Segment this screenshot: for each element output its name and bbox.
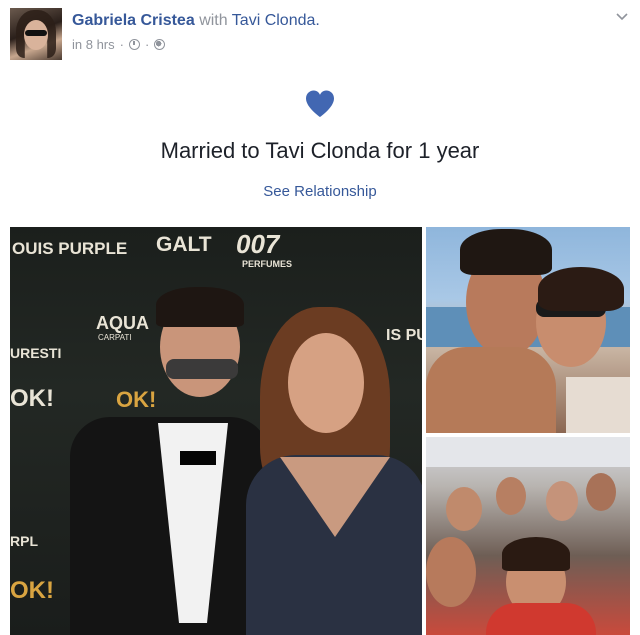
chevron-down-icon[interactable] [616, 10, 628, 22]
woman-head [288, 333, 364, 433]
man-hair [156, 287, 244, 327]
photo-crowd-selfie[interactable] [426, 437, 630, 635]
tagged-user-link[interactable]: Tavi Clonda. [232, 12, 320, 29]
man-bowtie [180, 451, 216, 465]
post-header: Gabriela Cristea with Tavi Clonda. in 8 … [0, 0, 640, 64]
globe-icon[interactable] [154, 39, 166, 50]
crowd-face [496, 477, 526, 515]
post-meta: in 8 hrs · · [72, 37, 166, 52]
crowd-face [546, 481, 578, 521]
photo-main[interactable]: OUIS PURPLE GALT 007 PERFUMES AQUA CARPA… [10, 227, 422, 635]
woman-hair [502, 537, 570, 571]
woman-scarf [566, 377, 630, 433]
meta-separator-2: · [144, 37, 150, 52]
backdrop-text: OK! [10, 385, 54, 412]
backdrop-text: URESTI [10, 345, 62, 361]
post-time-link[interactable]: in 8 hrs [72, 37, 115, 52]
man-face [426, 537, 476, 607]
crowd-face [446, 487, 482, 531]
man-sunglasses [166, 359, 238, 379]
backdrop-text: OK! [116, 387, 157, 412]
backdrop-text: RPL [10, 533, 38, 549]
clock-icon[interactable] [128, 39, 140, 50]
backdrop-text: AQUA [96, 313, 149, 333]
woman-hair [538, 267, 624, 311]
author-avatar[interactable] [10, 8, 62, 60]
ceiling [426, 437, 630, 467]
crowd-face [586, 473, 616, 511]
heart-icon [306, 90, 334, 117]
backdrop-text: OUIS PURPLE [12, 239, 128, 258]
with-text: with [199, 12, 228, 29]
milestone-text: Married to Tavi Clonda for 1 year [160, 138, 480, 163]
meta-separator: · [119, 37, 124, 52]
backdrop-text: PERFUMES [242, 259, 293, 269]
man-torso [426, 347, 556, 433]
photo-beach-selfie[interactable] [426, 227, 630, 433]
backdrop-text: IS PU [386, 327, 422, 344]
man-hair [460, 229, 552, 275]
backdrop-text: OK! [10, 577, 54, 604]
backdrop-text: CARPATI [98, 333, 132, 342]
red-shirt [486, 603, 596, 635]
see-relationship-link[interactable]: See Relationship [0, 183, 640, 200]
backdrop-text: GALT [156, 233, 212, 256]
backdrop-text: 007 [236, 229, 280, 259]
post-title-line: Gabriela Cristea with Tavi Clonda. [72, 12, 320, 30]
author-name-link[interactable]: Gabriela Cristea [72, 12, 195, 29]
